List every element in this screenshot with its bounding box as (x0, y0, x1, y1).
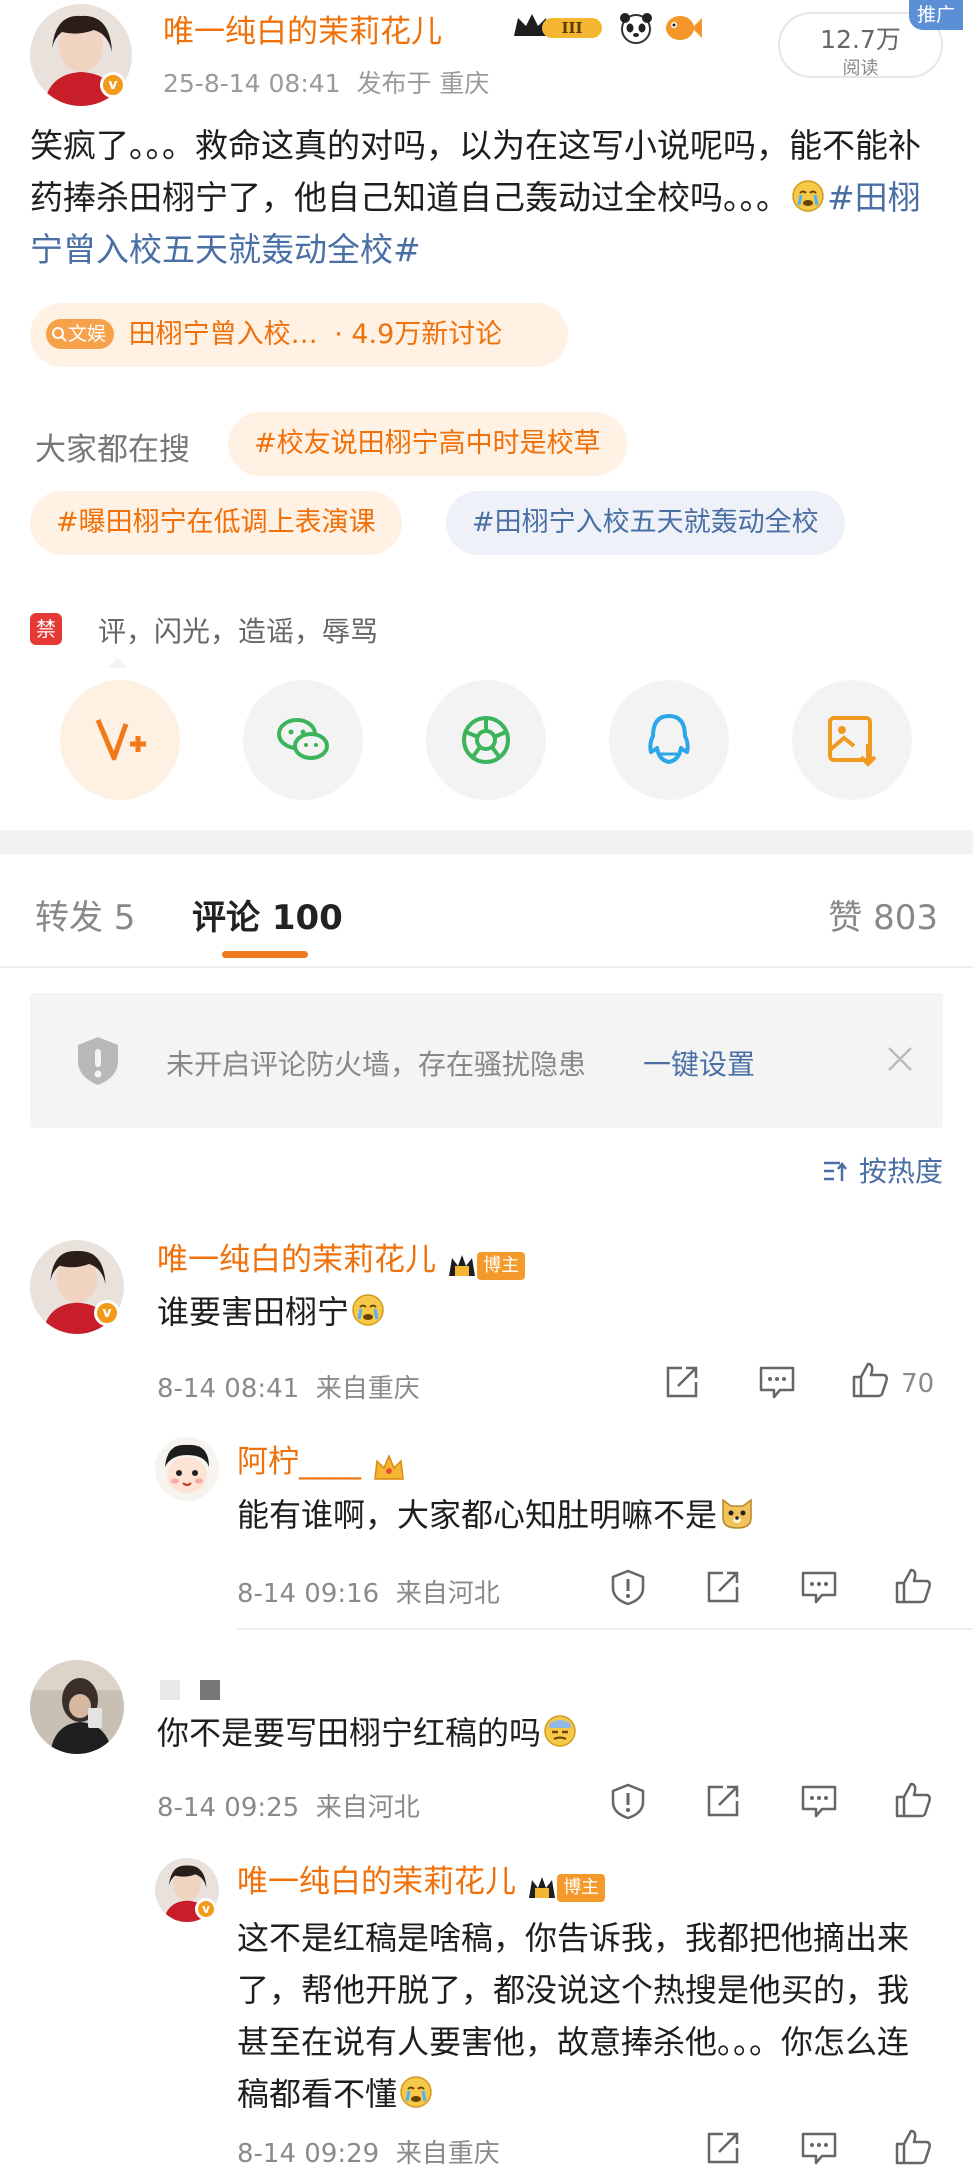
share-icon[interactable] (705, 1783, 741, 1819)
comment-avatar[interactable] (30, 1660, 124, 1754)
search-tag-3[interactable]: #田栩宁入校五天就轰动全校 (446, 491, 845, 555)
report-icon[interactable] (609, 1782, 647, 1820)
reply-author-line: 阿柠____ (237, 1436, 406, 1483)
post-body: 笑疯了。。。救命这真的对吗，以为在这写小说呢吗，能不能补药捧杀田栩宁了，他自己知… (30, 120, 950, 276)
read-count-label: 阅读 (842, 58, 879, 79)
reply-meta: 8-14 09:29 来自重庆 (237, 2139, 500, 2169)
reply-author-name[interactable]: 阿柠____ (237, 1444, 361, 1480)
thumbs-up-icon (850, 1360, 890, 1400)
reply-meta: 8-14 09:16 来自河北 (237, 1579, 500, 1609)
post-timestamp: 25-8-14 08:41 发布于 重庆 (163, 69, 490, 98)
comment-meta: 8-14 09:25 来自河北 (157, 1793, 420, 1823)
crown-badge-icon (372, 1453, 406, 1483)
thumbs-up-icon[interactable] (893, 1566, 933, 1606)
vip-crown-icon (527, 1874, 557, 1902)
thumbs-up-icon[interactable] (893, 2127, 933, 2167)
verified-v-icon: v (195, 1898, 217, 1920)
shield-icon (76, 1035, 120, 1087)
comment-separator (237, 1628, 973, 1630)
section-divider (0, 830, 973, 854)
share-wechat-button[interactable] (243, 680, 363, 800)
cry-emoji-icon (399, 2072, 433, 2108)
share-qq-button[interactable] (609, 680, 729, 800)
redacted-block (200, 1680, 220, 1700)
svg-text:III: III (561, 19, 582, 37)
tooltip-pointer (108, 658, 128, 668)
comment-author-line: 唯一纯白的茉莉花儿 博主 (157, 1234, 526, 1280)
tabs-bottom-border (0, 966, 973, 968)
search-label: 大家都在搜 (35, 432, 190, 468)
save-image-button[interactable] (792, 680, 912, 800)
thumbs-up-icon[interactable] (893, 1780, 933, 1820)
firewall-notice-text: 未开启评论防火墙，存在骚扰隐患 (166, 1048, 587, 1081)
search-tag-2[interactable]: #曝田栩宁在低调上表演课 (30, 491, 402, 555)
firewall-setup-link[interactable]: 一键设置 (643, 1043, 755, 1083)
blogger-tag: 博主 (477, 1251, 526, 1280)
comment-icon[interactable] (800, 1569, 838, 1605)
active-tab-indicator (222, 951, 308, 958)
sweat-emoji-icon (543, 1714, 577, 1748)
tab-likes[interactable]: 赞 803 (828, 890, 938, 939)
cry-emoji-icon (791, 176, 825, 212)
vip-crown-icon: III (512, 10, 606, 42)
reply-text: 能有谁啊，大家都心知肚明嘛不是 (237, 1492, 755, 1538)
share-icon[interactable] (705, 2130, 741, 2166)
comment-text: 你不是要写田栩宁红稿的吗 (157, 1710, 577, 1756)
reply-avatar[interactable] (155, 1437, 219, 1501)
share-moments-button[interactable] (426, 680, 546, 800)
vip-crown-icon (447, 1252, 477, 1280)
comment-author-name[interactable]: 唯一纯白的茉莉花儿 (157, 1242, 436, 1278)
close-icon[interactable] (884, 1043, 916, 1075)
verified-v-icon: v (100, 72, 126, 98)
ban-text: 评，闪光，造谣，辱骂 (98, 615, 379, 648)
tab-repost[interactable]: 转发 5 (35, 890, 135, 939)
report-icon[interactable] (609, 1568, 647, 1606)
ban-badge: 禁 (30, 613, 62, 645)
share-icon[interactable] (664, 1364, 700, 1400)
promo-badge: 推广 (909, 0, 963, 30)
topic-pill[interactable]: 文娱 田栩宁曾入校… · 4.9万新讨论 (30, 303, 568, 367)
redacted-block (160, 1680, 180, 1700)
reply-author-name[interactable]: 唯一纯白的茉莉花儿 (237, 1864, 516, 1900)
comment-icon[interactable] (800, 1783, 838, 1819)
comment-text: 谁要害田栩宁 (157, 1289, 385, 1335)
wenyu-tag: 文娱 (46, 319, 115, 349)
comment-author-name-redacted[interactable] (160, 1680, 220, 1704)
comment-icon[interactable] (758, 1364, 796, 1400)
like-button[interactable]: 70 (850, 1360, 934, 1400)
sort-icon (822, 1157, 850, 1185)
fish-badge-icon (662, 10, 702, 46)
reply-author-line: 唯一纯白的茉莉花儿 博主 (237, 1856, 606, 1902)
topic-pill-stats: · 4.9万新讨论 (334, 319, 503, 350)
repost-to-weibo-button[interactable] (60, 680, 180, 800)
panda-badge-icon (618, 10, 654, 46)
comment-icon[interactable] (800, 2130, 838, 2166)
search-tag-1[interactable]: #校友说田栩宁高中时是校草 (228, 412, 627, 476)
comment-meta: 8-14 08:41 来自重庆 (157, 1374, 420, 1404)
topic-pill-title: 田栩宁曾入校… (128, 319, 318, 350)
blogger-tag: 博主 (557, 1873, 606, 1902)
verified-v-icon: v (94, 1300, 120, 1326)
tab-comments[interactable]: 评论 100 (192, 890, 343, 939)
share-icon[interactable] (705, 1569, 741, 1605)
post-text: 笑疯了。。。救命这真的对吗，以为在这写小说呢吗，能不能补药捧杀田栩宁了，他自己知… (30, 126, 921, 217)
doge-emoji-icon (719, 1496, 755, 1530)
cry-emoji-icon (351, 1293, 385, 1327)
sort-button[interactable]: 按热度 (822, 1150, 943, 1190)
like-count: 70 (901, 1369, 935, 1399)
post-author-name[interactable]: 唯一纯白的茉莉花儿 (163, 6, 442, 51)
search-icon (50, 322, 68, 342)
firewall-notice: 未开启评论防火墙，存在骚扰隐患 一键设置 (30, 993, 943, 1128)
reply-text: 这不是红稿是啥稿，你告诉我，我都把他摘出来了，帮他开脱了，都没说这个热搜是他买的… (237, 1919, 910, 2113)
sort-label: 按热度 (858, 1155, 943, 1188)
